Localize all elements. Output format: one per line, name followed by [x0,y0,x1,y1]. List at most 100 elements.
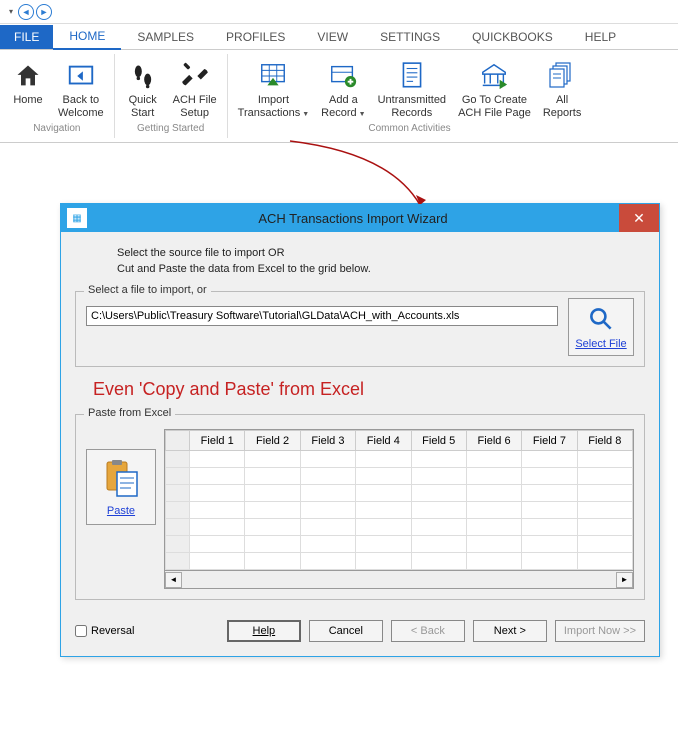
home-button[interactable]: Home [4,56,52,121]
help-button[interactable]: Help [227,620,301,642]
select-file-button[interactable]: Select File [568,298,634,356]
grid-row[interactable] [166,485,633,502]
select-file-label: Select File [575,338,626,350]
reversal-label: Reversal [91,625,134,637]
back-label-1: Back to [62,94,99,106]
group-label-navigation: Navigation [4,123,110,136]
grid-header-1[interactable]: Field 1 [190,431,245,451]
achsetup-label-1: ACH File [173,94,217,106]
document-lines-icon [398,60,426,92]
quick-start-button[interactable]: QuickStart [119,56,167,121]
import-grid-icon [258,60,288,92]
import-wizard-window: ▦ ACH Transactions Import Wizard ✕ Selec… [60,203,660,657]
instruction-line-2: Cut and Paste the data from Excel to the… [117,263,371,275]
dropdown-icon: ▼ [302,111,309,118]
callout-text: Even 'Copy and Paste' from Excel [93,379,645,400]
add-record-button[interactable]: Add aRecord▼ [315,56,371,121]
import-label-2: Transactions [238,107,301,119]
grid-header-2[interactable]: Field 2 [245,431,300,451]
reports-label-2: Reports [543,107,582,119]
home-icon [14,60,42,92]
grid-row[interactable] [166,519,633,536]
grid-header-8[interactable]: Field 8 [577,431,632,451]
file-tab[interactable]: FILE [0,25,53,49]
goto-create-ach-button[interactable]: Go To CreateACH File Page [452,56,537,121]
paste-grid[interactable]: Field 1 Field 2 Field 3 Field 4 Field 5 … [164,429,634,571]
select-file-legend: Select a file to import, or [84,284,211,296]
window-nav-controls: ▾ ◄ ► [0,0,678,24]
close-button[interactable]: ✕ [619,204,659,232]
untrans-label-2: Records [391,107,432,119]
add-record-icon [328,60,358,92]
ribbon: Home Back toWelcome Navigation QuickStar… [0,50,678,143]
reversal-checkbox-wrap[interactable]: Reversal [75,625,134,637]
wizard-titlebar: ▦ ACH Transactions Import Wizard ✕ [61,204,659,232]
paste-legend: Paste from Excel [84,407,175,419]
clipboard-paste-icon [101,458,141,501]
all-reports-button[interactable]: AllReports [537,56,588,121]
grid-header-4[interactable]: Field 4 [356,431,411,451]
cancel-button[interactable]: Cancel [309,620,383,642]
magnifier-icon [587,305,615,336]
back-button[interactable]: < Back [391,620,465,642]
reports-label-1: All [556,94,568,106]
grid-header-7[interactable]: Field 7 [522,431,577,451]
grid-header-5[interactable]: Field 5 [411,431,466,451]
scroll-right-button[interactable]: ► [616,572,633,588]
tab-profiles[interactable]: PROFILES [210,25,301,49]
grid-row[interactable] [166,468,633,485]
back-arrow-icon [66,60,96,92]
ach-file-setup-button[interactable]: ACH FileSetup [167,56,223,121]
ribbon-group-common-activities: ImportTransactions▼ Add aRecord▼ Untrans… [228,54,592,138]
bank-icon [479,60,509,92]
wizard-app-icon: ▦ [67,208,87,228]
file-path-input[interactable] [86,306,558,326]
tools-icon [181,60,209,92]
tab-samples[interactable]: SAMPLES [121,25,210,49]
tab-quickbooks[interactable]: QUICKBOOKS [456,25,569,49]
grid-row[interactable] [166,536,633,553]
instruction-line-1: Select the source file to import OR [117,247,285,259]
import-now-button[interactable]: Import Now >> [555,620,645,642]
reports-stack-icon [548,60,576,92]
next-button[interactable]: Next > [473,620,547,642]
grid-header-3[interactable]: Field 3 [300,431,355,451]
untrans-label-1: Untransmitted [378,94,446,106]
addrec-label-1: Add a [329,94,358,106]
wizard-footer: Reversal Help Cancel < Back Next > Impor… [75,620,645,642]
ribbon-group-getting-started: QuickStart ACH FileSetup Getting Started [115,54,228,138]
tab-settings[interactable]: SETTINGS [364,25,456,49]
paste-button[interactable]: Paste [86,449,156,525]
quickstart-label-2: Start [131,107,154,119]
tab-strip: FILE HOME SAMPLES PROFILES VIEW SETTINGS… [0,24,678,50]
dropdown-icon: ▼ [359,111,366,118]
addrec-label-2: Record [321,107,356,119]
grid-hscrollbar[interactable]: ◄ ► [164,571,634,589]
import-label-1: Import [258,94,289,106]
scroll-left-button[interactable]: ◄ [165,572,182,588]
wizard-title: ACH Transactions Import Wizard [87,211,619,226]
nav-back-button[interactable]: ◄ [18,4,34,20]
tab-home[interactable]: HOME [53,24,121,50]
reversal-checkbox[interactable] [75,625,87,637]
grid-header-6[interactable]: Field 6 [466,431,521,451]
back-to-welcome-button[interactable]: Back toWelcome [52,56,110,121]
import-transactions-button[interactable]: ImportTransactions▼ [232,56,316,121]
untransmitted-records-button[interactable]: UntransmittedRecords [372,56,452,121]
grid-row[interactable] [166,451,633,468]
tab-help[interactable]: HELP [569,25,632,49]
group-label-getting-started: Getting Started [119,123,223,136]
achsetup-label-2: Setup [180,107,209,119]
tab-view[interactable]: VIEW [301,25,364,49]
nav-forward-button[interactable]: ► [36,4,52,20]
grid-row[interactable] [166,502,633,519]
quickstart-label-1: Quick [129,94,157,106]
nav-dropdown[interactable]: ▾ [6,7,16,16]
paste-fieldset: Paste from Excel Paste Field 1 Fi [75,414,645,600]
annotation-arrow [0,143,678,203]
grid-row[interactable] [166,553,633,570]
footsteps-icon [129,60,157,92]
goto-label-2: ACH File Page [458,107,531,119]
select-file-fieldset: Select a file to import, or Select File [75,291,645,367]
grid-corner [166,431,190,451]
